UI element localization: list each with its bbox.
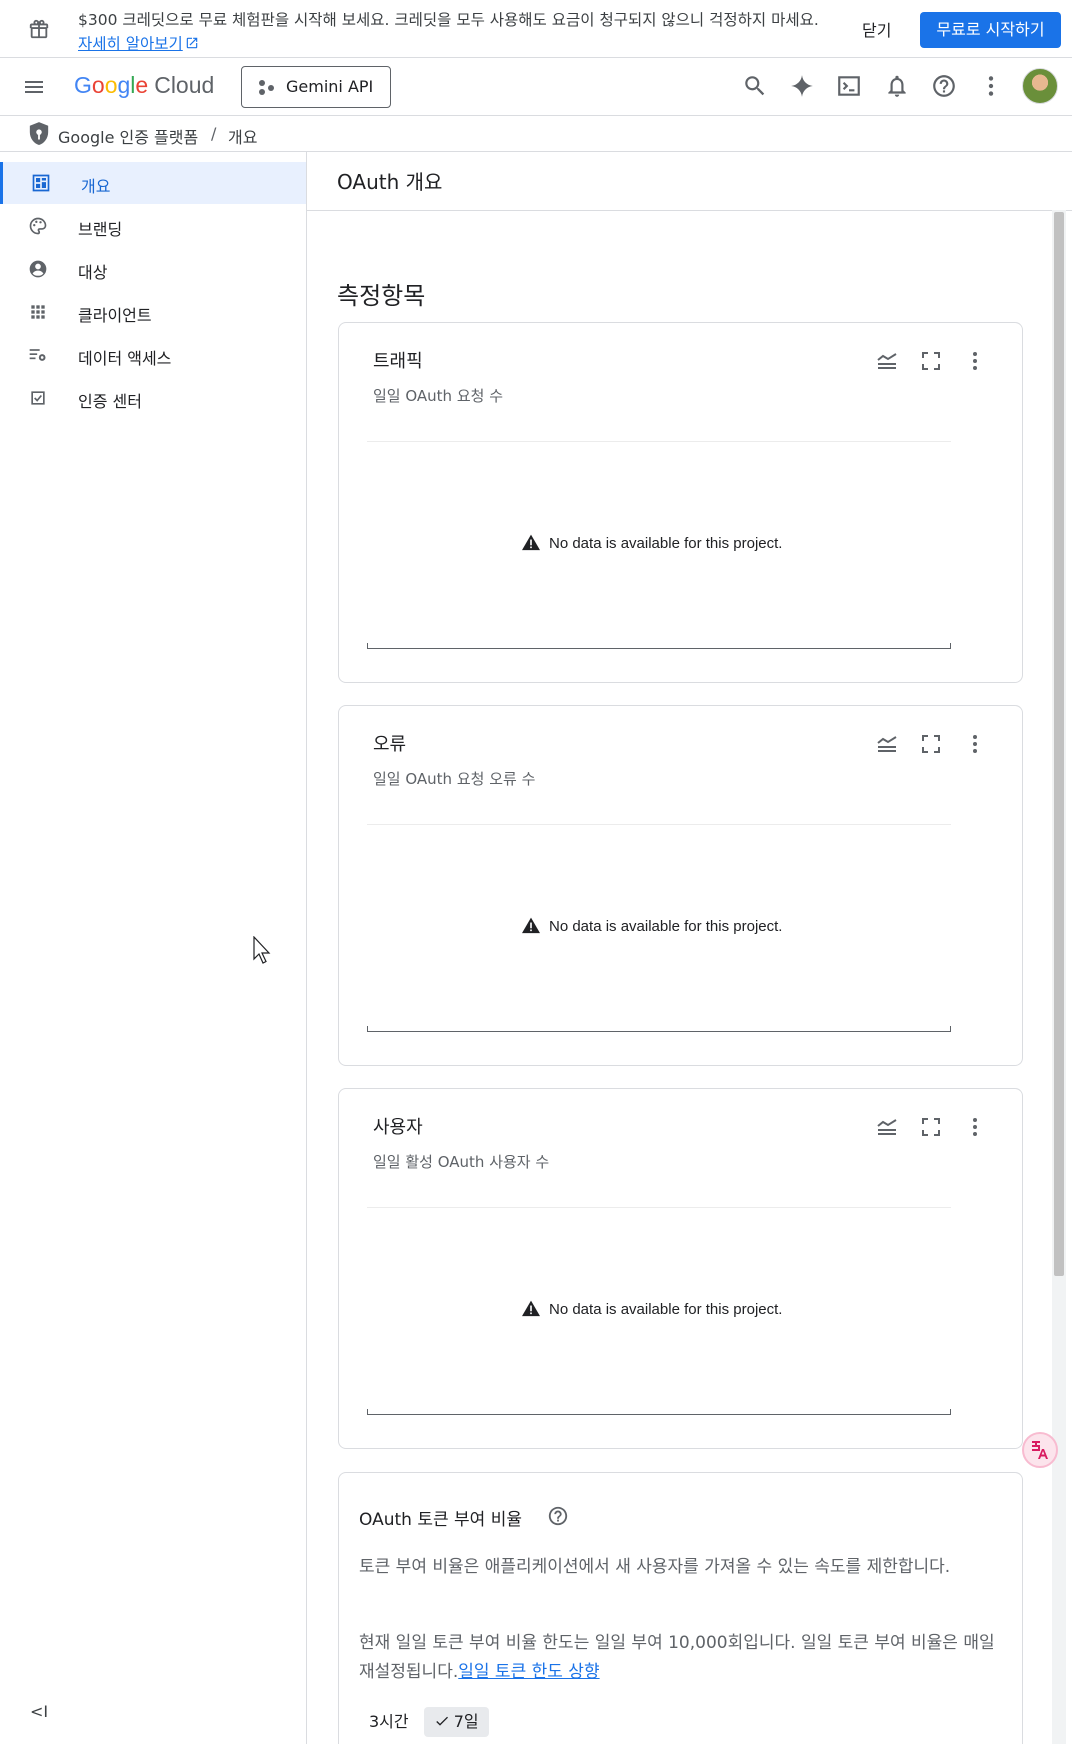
- help-icon[interactable]: [547, 1505, 569, 1527]
- verified-checkbox-icon: [31, 391, 45, 405]
- card-title: 사용자: [373, 1117, 423, 1138]
- breadcrumb: Google 인증 플랫폼 / 개요: [0, 116, 1072, 152]
- start-free-button[interactable]: 무료로 시작하기: [920, 12, 1061, 48]
- more-vert-icon[interactable]: [963, 732, 987, 756]
- grant-rate-current: 현재 일일 토큰 부여 비율 한도는 일일 부여 10,000회입니다. 일일 …: [359, 1633, 995, 1682]
- project-name: Gemini API: [286, 77, 374, 96]
- no-data-message: No data is available for this project.: [521, 533, 782, 552]
- legend-toggle-icon[interactable]: [875, 732, 899, 756]
- fullscreen-icon[interactable]: [919, 349, 943, 373]
- sidebar-item-audience[interactable]: 대상: [0, 248, 306, 290]
- card-title: 오류: [373, 734, 407, 755]
- no-data-message: No data is available for this project.: [521, 916, 782, 935]
- warning-icon: [522, 1300, 540, 1317]
- warning-icon: [522, 534, 540, 551]
- chart-top-line: [367, 1207, 951, 1208]
- mouse-cursor-icon: [253, 936, 271, 964]
- errors-card: 오류 일일 OAuth 요청 오류 수 No data is available…: [338, 705, 1023, 1066]
- cloud-shell-icon[interactable]: [836, 73, 862, 99]
- sidebar-item-data-access[interactable]: 데이터 액세스: [0, 334, 306, 376]
- sidebar-item-verification-center[interactable]: 인증 센터: [0, 377, 306, 419]
- breadcrumb-separator: /: [211, 124, 217, 143]
- fullscreen-icon[interactable]: [919, 732, 943, 756]
- top-header: Google Cloud Gemini API: [0, 58, 1072, 116]
- notifications-icon[interactable]: [884, 73, 910, 99]
- chart-top-line: [367, 441, 951, 442]
- collapse-sidebar-button[interactable]: <I: [30, 1702, 48, 1721]
- avatar[interactable]: [1022, 68, 1058, 104]
- project-picker[interactable]: Gemini API: [241, 66, 391, 108]
- token-grant-rate-card: OAuth 토큰 부여 비율 토큰 부여 비율은 애플리케이션에서 새 사용자를…: [338, 1472, 1023, 1744]
- gemini-spark-icon[interactable]: [789, 73, 815, 99]
- more-vert-icon[interactable]: [963, 349, 987, 373]
- page-title: OAuth 개요: [337, 170, 443, 194]
- learn-more-link[interactable]: 자세히 알아보기: [78, 35, 183, 53]
- menu-icon[interactable]: [22, 75, 46, 99]
- project-dots-icon: [259, 80, 274, 95]
- promo-banner: $300 크레딧으로 무료 체험판을 시작해 보세요. 크레딧을 모두 사용해도…: [0, 0, 1072, 58]
- metrics-section-title: 측정항목: [337, 282, 426, 310]
- breadcrumb-product[interactable]: Google 인증 플랫폼: [58, 124, 198, 148]
- grant-rate-title: OAuth 토큰 부여 비율: [359, 1510, 522, 1530]
- promo-text: $300 크레딧으로 무료 체험판을 시작해 보세요. 크레딧을 모두 사용해도…: [78, 11, 819, 29]
- traffic-card: 트래픽 일일 OAuth 요청 수 No data is available f…: [338, 322, 1023, 683]
- raise-limit-link[interactable]: 일일 토큰 한도 상향: [458, 1662, 599, 1682]
- chart-top-line: [367, 824, 951, 825]
- shield-icon: [29, 122, 49, 145]
- main-content: OAuth 개요 측정항목 트래픽 일일 OAuth 요청 수 No data …: [307, 152, 1072, 1744]
- grant-rate-description: 토큰 부여 비율은 애플리케이션에서 새 사용자를 가져올 수 있는 속도를 제…: [359, 1557, 951, 1577]
- breadcrumb-page: 개요: [228, 128, 258, 147]
- chip-3h[interactable]: 3시간: [359, 1707, 419, 1737]
- legend-toggle-icon[interactable]: [875, 1115, 899, 1139]
- card-subtitle: 일일 OAuth 요청 수: [373, 387, 504, 405]
- promo-message: $300 크레딧으로 무료 체험판을 시작해 보세요. 크레딧을 모두 사용해도…: [78, 8, 828, 56]
- time-range-chips: 3시간 7일: [359, 1707, 489, 1737]
- more-vert-icon[interactable]: [963, 1115, 987, 1139]
- legend-toggle-icon[interactable]: [875, 349, 899, 373]
- warning-icon: [522, 917, 540, 934]
- data-settings-icon: [29, 349, 46, 361]
- check-icon: [435, 1716, 448, 1726]
- fullscreen-icon[interactable]: [919, 1115, 943, 1139]
- chip-7d[interactable]: 7일: [423, 1707, 489, 1737]
- card-subtitle: 일일 활성 OAuth 사용자 수: [373, 1153, 550, 1171]
- card-title: 트래픽: [373, 351, 423, 372]
- gift-icon: [29, 19, 49, 39]
- help-icon[interactable]: [931, 73, 957, 99]
- sidebar-item-branding[interactable]: 브랜딩: [0, 205, 306, 247]
- close-promo-button[interactable]: 닫기: [862, 17, 891, 41]
- no-data-message: No data is available for this project.: [521, 1299, 782, 1318]
- translate-icon: [1032, 1441, 1048, 1459]
- dashboard-icon: [32, 174, 50, 192]
- chart-axis: [367, 643, 951, 649]
- palette-icon: [29, 217, 47, 235]
- sidebar-item-overview[interactable]: 개요: [0, 162, 306, 204]
- logo-cloud-text: Cloud: [154, 72, 215, 98]
- users-card: 사용자 일일 활성 OAuth 사용자 수 No data is availab…: [338, 1088, 1023, 1449]
- more-vert-icon[interactable]: [978, 73, 1004, 99]
- person-icon: [29, 260, 47, 278]
- external-link-icon: [186, 37, 197, 49]
- apps-icon: [31, 305, 45, 319]
- search-icon[interactable]: [742, 73, 768, 99]
- card-subtitle: 일일 OAuth 요청 오류 수: [373, 770, 536, 788]
- chart-axis: [367, 1409, 951, 1415]
- sidebar-item-clients[interactable]: 클라이언트: [0, 291, 306, 333]
- scrollbar-thumb[interactable]: [1054, 212, 1064, 1276]
- google-cloud-logo[interactable]: Google Cloud: [74, 72, 214, 99]
- translate-fab-icon[interactable]: [1022, 1432, 1058, 1468]
- chart-axis: [367, 1026, 951, 1032]
- title-divider: [307, 210, 1072, 211]
